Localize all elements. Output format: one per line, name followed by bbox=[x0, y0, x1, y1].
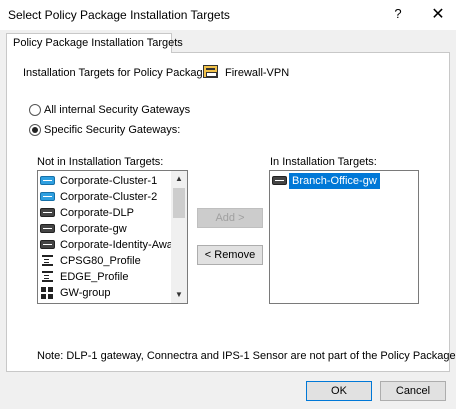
close-button[interactable]: ✕ bbox=[428, 4, 448, 24]
radio-specific-gateways-label[interactable]: Specific Security Gateways: bbox=[44, 124, 180, 136]
radio-all-gateways-label[interactable]: All internal Security Gateways bbox=[44, 104, 190, 116]
profile-icon bbox=[42, 271, 53, 282]
title-bar: Select Policy Package Installation Targe… bbox=[0, 0, 456, 30]
remove-button[interactable]: < Remove bbox=[197, 245, 263, 265]
cluster-icon bbox=[40, 192, 55, 201]
scroll-up-icon[interactable]: ▲ bbox=[171, 171, 187, 187]
cancel-button[interactable]: Cancel bbox=[380, 381, 446, 401]
not-in-targets-label: Not in Installation Targets: bbox=[37, 156, 164, 168]
gateway-icon bbox=[40, 208, 55, 217]
ok-button[interactable]: OK bbox=[306, 381, 372, 401]
tab-panel: Installation Targets for Policy Package:… bbox=[6, 52, 456, 372]
gateway-icon bbox=[40, 240, 55, 249]
list-scrollbar[interactable]: ▲ ▼ bbox=[171, 171, 187, 303]
in-targets-list[interactable]: Branch-Office-gw bbox=[269, 170, 419, 304]
tab-installation-targets[interactable]: Policy Package Installation Targets bbox=[6, 33, 183, 53]
in-targets-label: In Installation Targets: bbox=[270, 156, 377, 168]
policy-package-icon bbox=[203, 65, 218, 78]
scroll-down-icon[interactable]: ▼ bbox=[171, 287, 187, 303]
window-title: Select Policy Package Installation Targe… bbox=[8, 8, 230, 22]
radio-all-gateways[interactable] bbox=[29, 104, 41, 116]
group-icon bbox=[41, 287, 53, 299]
help-button[interactable]: ? bbox=[388, 6, 408, 24]
scroll-thumb[interactable] bbox=[173, 188, 185, 218]
gateway-icon bbox=[40, 224, 55, 233]
not-in-targets-list[interactable]: Corporate-Cluster-1 Corporate-Cluster-2 … bbox=[37, 170, 188, 304]
profile-icon bbox=[42, 255, 53, 266]
radio-specific-gateways[interactable] bbox=[29, 124, 41, 136]
installation-targets-label: Installation Targets for Policy Package: bbox=[23, 67, 212, 79]
add-button[interactable]: Add > bbox=[197, 208, 263, 228]
note-text: Note: DLP-1 gateway, Connectra and IPS-1… bbox=[37, 350, 456, 362]
package-name: Firewall-VPN bbox=[225, 67, 290, 79]
gateway-icon bbox=[272, 176, 287, 185]
cluster-icon bbox=[40, 176, 55, 185]
